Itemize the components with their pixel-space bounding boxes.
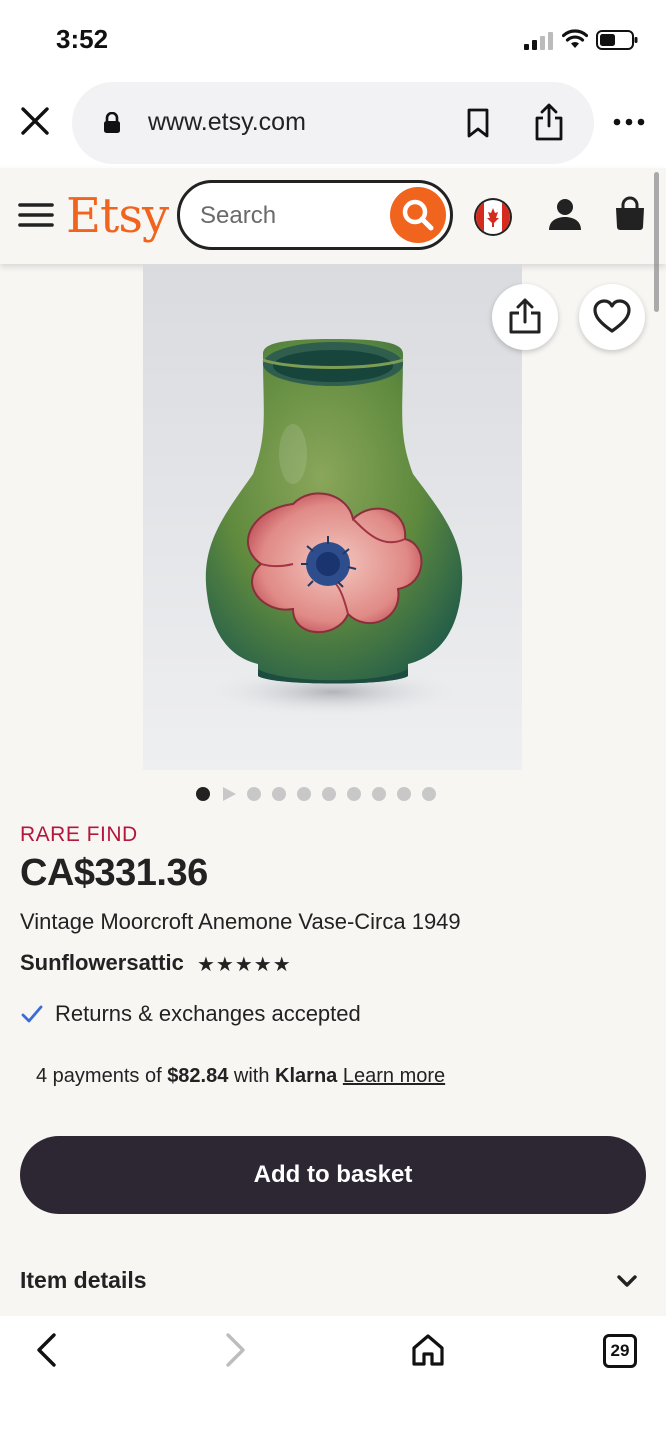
shop-rating-stars[interactable]: ★★★★★: [197, 952, 292, 977]
carousel-dot-7[interactable]: [347, 787, 361, 801]
forward-arrow-icon[interactable]: [224, 1332, 248, 1368]
product-image[interactable]: [143, 264, 522, 770]
carousel-dot-3[interactable]: [247, 787, 261, 801]
browser-bottom-toolbar: [0, 1316, 666, 1440]
menu-icon[interactable]: [18, 200, 54, 230]
rare-find-badge: RARE FIND: [20, 823, 138, 846]
add-to-basket-button[interactable]: Add to basket: [20, 1136, 646, 1214]
share-icon[interactable]: [532, 102, 566, 142]
check-icon: [21, 1005, 43, 1023]
home-icon[interactable]: [410, 1332, 446, 1368]
carousel-dot-8[interactable]: [372, 787, 386, 801]
carousel-dot-10[interactable]: [422, 787, 436, 801]
klarna-middle: with: [228, 1065, 276, 1087]
video-play-icon[interactable]: [223, 787, 236, 801]
search-placeholder[interactable]: Search: [200, 202, 276, 230]
carousel-dot-6[interactable]: [322, 787, 336, 801]
search-button[interactable]: [390, 187, 446, 243]
favorite-heart-button[interactable]: [579, 284, 645, 350]
klarna-provider: Klarna: [275, 1065, 338, 1087]
product-price: CA$331.36: [20, 852, 208, 894]
cellular-signal-icon: [524, 32, 553, 50]
wifi-icon: [562, 29, 588, 48]
back-arrow-icon[interactable]: [34, 1332, 58, 1368]
bookmark-icon[interactable]: [464, 108, 492, 138]
product-title: Vintage Moorcroft Anemone Vase-Circa 194…: [20, 909, 461, 934]
klarna-amount: $82.84: [167, 1065, 229, 1087]
klarna-payment-info: 4 payments of $82.84 with Klarna Learn m…: [36, 1065, 445, 1088]
etsy-logo[interactable]: Etsy: [66, 188, 169, 244]
lock-icon: [104, 112, 120, 133]
scroll-indicator[interactable]: [654, 172, 659, 312]
account-icon[interactable]: [546, 196, 584, 234]
image-carousel-indicator[interactable]: [196, 784, 436, 804]
item-details-toggle[interactable]: Item details: [20, 1267, 147, 1294]
carousel-dot-9[interactable]: [397, 787, 411, 801]
battery-icon: [596, 30, 638, 50]
carousel-dot-4[interactable]: [272, 787, 286, 801]
shop-name-link[interactable]: Sunflowersattic: [20, 950, 184, 976]
learn-more-link[interactable]: Learn more: [343, 1065, 445, 1087]
share-listing-button[interactable]: [492, 284, 558, 350]
shopping-bag-icon[interactable]: [612, 196, 648, 232]
status-time: 3:52: [56, 24, 109, 54]
canada-flag-icon[interactable]: [473, 197, 513, 237]
url-text[interactable]: www.etsy.com: [148, 108, 306, 137]
chevron-down-icon[interactable]: [616, 1274, 638, 1288]
carousel-dot-5[interactable]: [297, 787, 311, 801]
more-options-icon[interactable]: [612, 112, 646, 132]
close-icon[interactable]: [18, 104, 52, 138]
returns-policy-text: Returns & exchanges accepted: [55, 1001, 361, 1026]
carousel-dot-1[interactable]: [196, 787, 210, 801]
klarna-prefix: 4 payments of: [36, 1065, 168, 1087]
tabs-button[interactable]: 29: [603, 1334, 637, 1368]
